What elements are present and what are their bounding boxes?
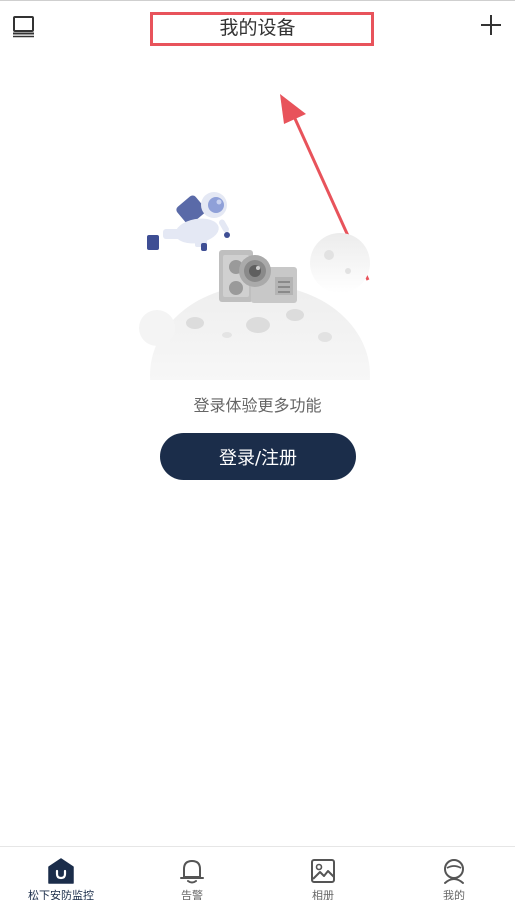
home-icon — [47, 857, 75, 885]
tab-gallery[interactable]: 相册 — [259, 847, 387, 900]
login-hint-text: 登录体验更多功能 — [193, 396, 322, 415]
bell-icon — [178, 857, 206, 885]
gallery-icon — [309, 857, 337, 885]
tab-label: 告警 — [181, 889, 203, 900]
tab-label: 相册 — [312, 889, 334, 900]
tab-home[interactable]: 松下安防监控 — [0, 847, 125, 900]
tab-profile[interactable]: 我的 — [390, 847, 515, 900]
profile-icon — [440, 857, 468, 885]
bottom-tab-bar: 松下安防监控 告警 相册 我的 — [0, 846, 515, 900]
annotation-highlight-box — [150, 12, 374, 46]
login-register-button[interactable]: 登录/注册 — [160, 433, 356, 480]
tab-alerts[interactable]: 告警 — [128, 847, 256, 900]
astronaut-camera-moon-illustration — [135, 185, 375, 465]
tab-label: 我的 — [443, 889, 465, 900]
plus-icon[interactable] — [479, 13, 503, 37]
tab-label: 松下安防监控 — [28, 889, 94, 900]
